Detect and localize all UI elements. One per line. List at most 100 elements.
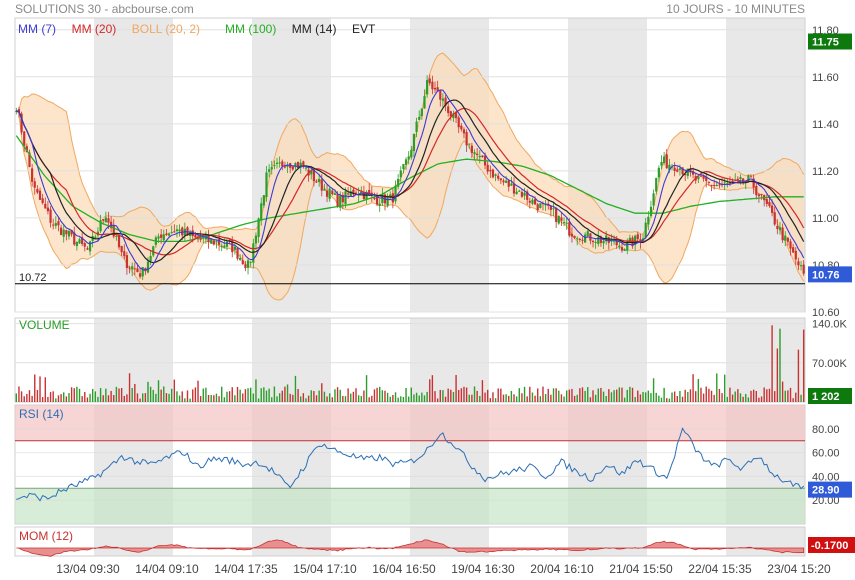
volume-bar [110, 390, 112, 402]
volume-bar [118, 388, 120, 402]
candle-body [499, 178, 502, 181]
x-tick-label: 21/04 15:50 [609, 562, 673, 576]
volume-title: VOLUME [19, 318, 70, 332]
volume-bar [376, 387, 378, 402]
candle-body [420, 108, 423, 117]
candle-body [594, 241, 597, 243]
candle-body [628, 237, 631, 241]
candle-body [194, 234, 197, 238]
volume-bar [415, 392, 418, 402]
candle-body [584, 234, 587, 243]
candle-body [657, 167, 660, 178]
volume-bar [655, 392, 657, 402]
candle-body [557, 216, 560, 224]
volume-bar [539, 396, 542, 402]
candle-body [755, 186, 758, 196]
candle-body [552, 208, 555, 210]
candle-body [265, 172, 268, 198]
rsi-tick-label: 60.00 [812, 448, 840, 460]
volume-bar [787, 390, 789, 402]
volume-bar [713, 394, 715, 402]
rsi-tick-label: 40.00 [812, 471, 840, 483]
volume-bar [634, 397, 636, 402]
candle-body [31, 168, 34, 182]
volume-bar [284, 386, 286, 402]
candle-body [723, 182, 726, 184]
price-badge-label: 11.75 [812, 37, 839, 49]
volume-bar [91, 388, 94, 402]
candle-body [426, 80, 429, 95]
volume-bar [771, 325, 773, 402]
candle-body [291, 166, 294, 170]
volume-bar [494, 398, 497, 402]
candle-body [312, 170, 315, 182]
volume-bar [431, 375, 434, 402]
price-tick-label: 11.20 [812, 166, 839, 178]
candle-body [533, 199, 537, 205]
candle-body [167, 233, 171, 236]
candle-body [162, 234, 165, 240]
candle-body [428, 78, 431, 84]
volume-bar [394, 392, 397, 402]
candle-body [647, 216, 650, 225]
candle-body [431, 81, 434, 90]
volume-bar [581, 387, 584, 402]
candle-body [457, 117, 460, 128]
candle-body [220, 245, 223, 247]
volume-bar [442, 390, 444, 402]
candle-body [568, 222, 571, 236]
volume-bar [328, 393, 331, 402]
volume-bar [89, 393, 91, 402]
candle-body [49, 209, 52, 223]
legend-item: MM (100) [225, 22, 276, 36]
volume-bar [363, 390, 365, 402]
candle-body [273, 165, 276, 167]
volume-bar [213, 395, 215, 402]
volume-bar [273, 386, 276, 402]
candle-body [799, 265, 803, 267]
candle-body [402, 164, 405, 170]
volume-bar [360, 396, 362, 402]
candle-body [394, 185, 397, 202]
candle-body [160, 234, 163, 238]
volume-bar [695, 391, 697, 402]
volume-bar [413, 394, 415, 402]
candle-body [660, 161, 663, 166]
chart-canvas: 11.8011.6011.4011.2011.0010.8010.6010.72… [14, 17, 855, 576]
volume-bar [326, 396, 328, 402]
candle-body [707, 181, 710, 183]
volume-bar [223, 397, 226, 402]
volume-bar [268, 388, 270, 402]
candle-body [781, 227, 784, 241]
volume-bar [755, 391, 757, 402]
candle-body [223, 245, 226, 248]
volume-bar [310, 390, 312, 402]
volume-bar [120, 387, 123, 402]
candle-body [62, 229, 65, 237]
volume-bar [289, 393, 291, 402]
candle-body [713, 184, 716, 187]
candle-body [760, 193, 763, 195]
x-tick-label: 13/04 09:30 [56, 562, 120, 576]
candle-body [128, 267, 131, 269]
volume-bar [600, 387, 602, 402]
volume-bar [252, 393, 255, 402]
candle-body [768, 201, 771, 207]
candle-body [512, 183, 516, 194]
volume-bar [168, 393, 170, 402]
volume-bar [486, 389, 489, 402]
candle-body [591, 240, 595, 243]
candle-body [331, 190, 334, 195]
volume-bar [352, 391, 355, 402]
candle-body [784, 235, 787, 241]
volume-bar [318, 390, 320, 402]
volume-bar [400, 396, 402, 402]
candle-body [555, 207, 558, 222]
volume-bar [463, 386, 465, 402]
volume-bar [181, 391, 183, 402]
volume-bar [410, 387, 413, 402]
volume-bar [334, 389, 336, 402]
candle-body [797, 261, 800, 266]
candle-body [283, 166, 287, 168]
legend-item: MM (20) [72, 22, 117, 36]
